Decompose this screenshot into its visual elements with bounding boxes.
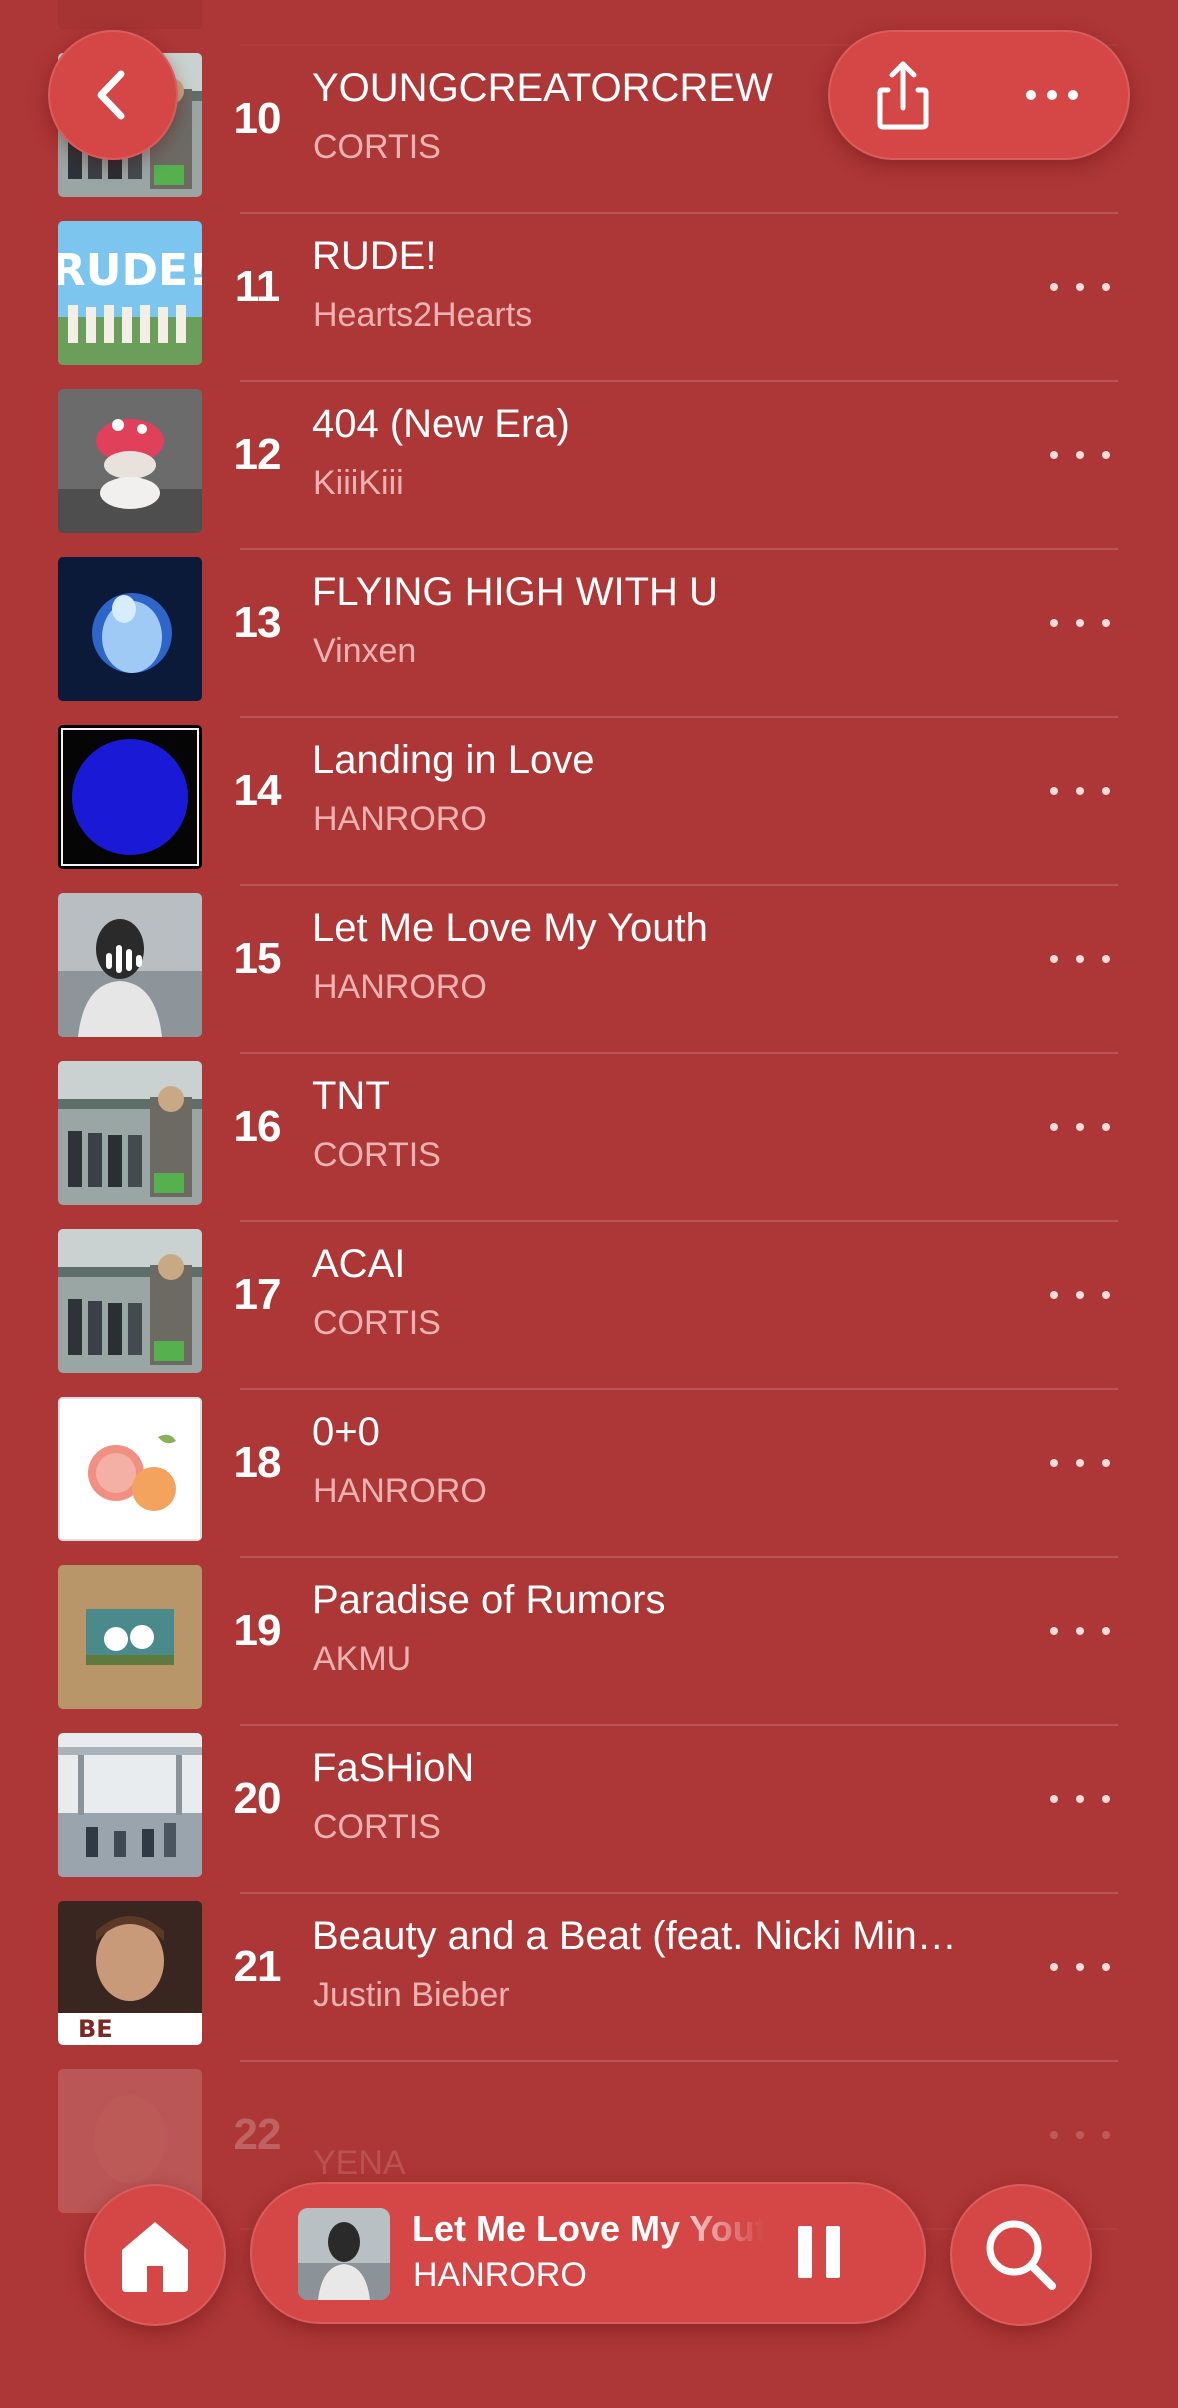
track-rank: 20 (233, 1774, 282, 1823)
top-actions-pill (828, 30, 1130, 160)
track-row[interactable]: 18 0+0 HANRORO (0, 1390, 1178, 1558)
search-icon (986, 2220, 1056, 2290)
track-rank: 15 (233, 934, 282, 983)
track-rank: 14 (233, 766, 282, 815)
track-title: 404 (New Era) (312, 402, 570, 446)
track-rank: 16 (233, 1102, 282, 1151)
track-rank: 18 (233, 1438, 282, 1487)
ellipsis-icon (1026, 90, 1078, 100)
track-more-button[interactable] (1050, 944, 1110, 974)
track-rank: 21 (233, 1942, 282, 1991)
track-row[interactable]: 13 FLYING HIGH WITH U Vinxen (0, 550, 1178, 718)
track-rank: 10 (233, 94, 282, 143)
svg-text:RUDE!: RUDE! (58, 245, 202, 296)
track-rank: 13 (233, 598, 282, 647)
track-more-button[interactable] (1050, 440, 1110, 470)
track-row[interactable]: 20 FaSHioN CORTIS (0, 1726, 1178, 1894)
track-artist: CORTIS (313, 1304, 441, 1342)
now-playing-artist: HANRORO (413, 2256, 587, 2294)
track-title: ACAI (312, 1242, 406, 1286)
track-title: FaSHioN (312, 1746, 475, 1790)
now-playing-title: Let Me Love My Youth (412, 2208, 764, 2249)
home-button[interactable] (84, 2184, 226, 2326)
track-row[interactable]: 15 Let Me Love My Youth HANRORO (0, 886, 1178, 1054)
home-icon (122, 2222, 188, 2292)
track-row[interactable]: BE 21 Beauty and a Beat (feat. Nicki Min… J… (0, 1894, 1178, 2062)
album-art (58, 0, 202, 29)
track-artist: YENA (313, 2144, 406, 2182)
track-more-button[interactable] (1050, 272, 1110, 302)
track-more-button[interactable] (1050, 1616, 1110, 1646)
album-art (58, 557, 202, 701)
track-row[interactable]: 17 ACAI CORTIS (0, 1222, 1178, 1390)
track-title: Landing in Love (312, 738, 595, 782)
track-artist: AKMU (313, 1640, 412, 1678)
track-title: Let Me Love My Youth (312, 906, 708, 950)
album-art (58, 1565, 202, 1709)
track-row[interactable]: 19 Paradise of Rumors AKMU (0, 1558, 1178, 1726)
track-artist: CORTIS (313, 1136, 441, 1174)
track-title: TNT (312, 1074, 390, 1118)
chevron-left-icon (97, 70, 125, 120)
track-more-button[interactable] (1050, 1784, 1110, 1814)
track-title: Beauty and a Beat (feat. Nicki Min… (312, 1914, 957, 1958)
track-row[interactable]: RUDE! 11 RUDE! Hearts2Hearts (0, 214, 1178, 382)
pause-icon (798, 2226, 840, 2278)
track-row[interactable]: 14 Landing in Love HANRORO (0, 718, 1178, 886)
now-playing-album-art (298, 2208, 390, 2300)
share-icon (877, 61, 929, 130)
track-artist: KiiiKiii (313, 464, 404, 502)
track-rank: 17 (233, 1270, 282, 1319)
track-row[interactable]: 16 TNT CORTIS (0, 1054, 1178, 1222)
track-more-button[interactable] (1050, 776, 1110, 806)
album-art (58, 1061, 202, 1205)
back-button[interactable] (48, 30, 178, 160)
album-art (58, 893, 202, 1037)
track-title: Paradise of Rumors (312, 1578, 666, 1622)
pause-button[interactable] (780, 2212, 860, 2292)
track-title: FLYING HIGH WITH U (312, 570, 718, 614)
svg-text:BE: BE (78, 2015, 113, 2043)
album-art (58, 1397, 202, 1541)
track-more-button[interactable] (1050, 608, 1110, 638)
album-art (58, 1733, 202, 1877)
share-button[interactable] (848, 40, 958, 150)
album-art: RUDE! (58, 221, 202, 365)
more-options-button[interactable] (998, 40, 1108, 150)
track-rank: 12 (233, 430, 282, 479)
track-artist: HANRORO (313, 800, 487, 838)
track-row[interactable]: 12 404 (New Era) KiiiKiii (0, 382, 1178, 550)
search-button[interactable] (950, 2184, 1092, 2326)
album-art: BE (58, 1901, 202, 2045)
track-title: 0+0 (312, 1410, 380, 1454)
track-artist: HANRORO (313, 968, 487, 1006)
track-more-button[interactable] (1050, 1448, 1110, 1478)
track-artist: Justin Bieber (313, 1976, 510, 2014)
track-rank: 11 (234, 262, 281, 311)
track-more-button[interactable] (1050, 1112, 1110, 1142)
track-artist: Vinxen (313, 632, 417, 670)
track-more-button[interactable] (1050, 1952, 1110, 1982)
track-artist: HANRORO (313, 1472, 487, 1510)
album-art (58, 389, 202, 533)
track-artist: CORTIS (313, 1808, 441, 1846)
track-artist: CORTIS (313, 128, 441, 166)
track-more-button[interactable] (1050, 1280, 1110, 1310)
track-more-button[interactable] (1050, 2120, 1110, 2150)
track-artist: Hearts2Hearts (313, 296, 533, 334)
track-rank: 22 (233, 2110, 282, 2159)
track-title: RUDE! (312, 234, 437, 278)
album-art (58, 725, 202, 869)
album-art (58, 1229, 202, 1373)
track-rank: 19 (233, 1606, 282, 1655)
